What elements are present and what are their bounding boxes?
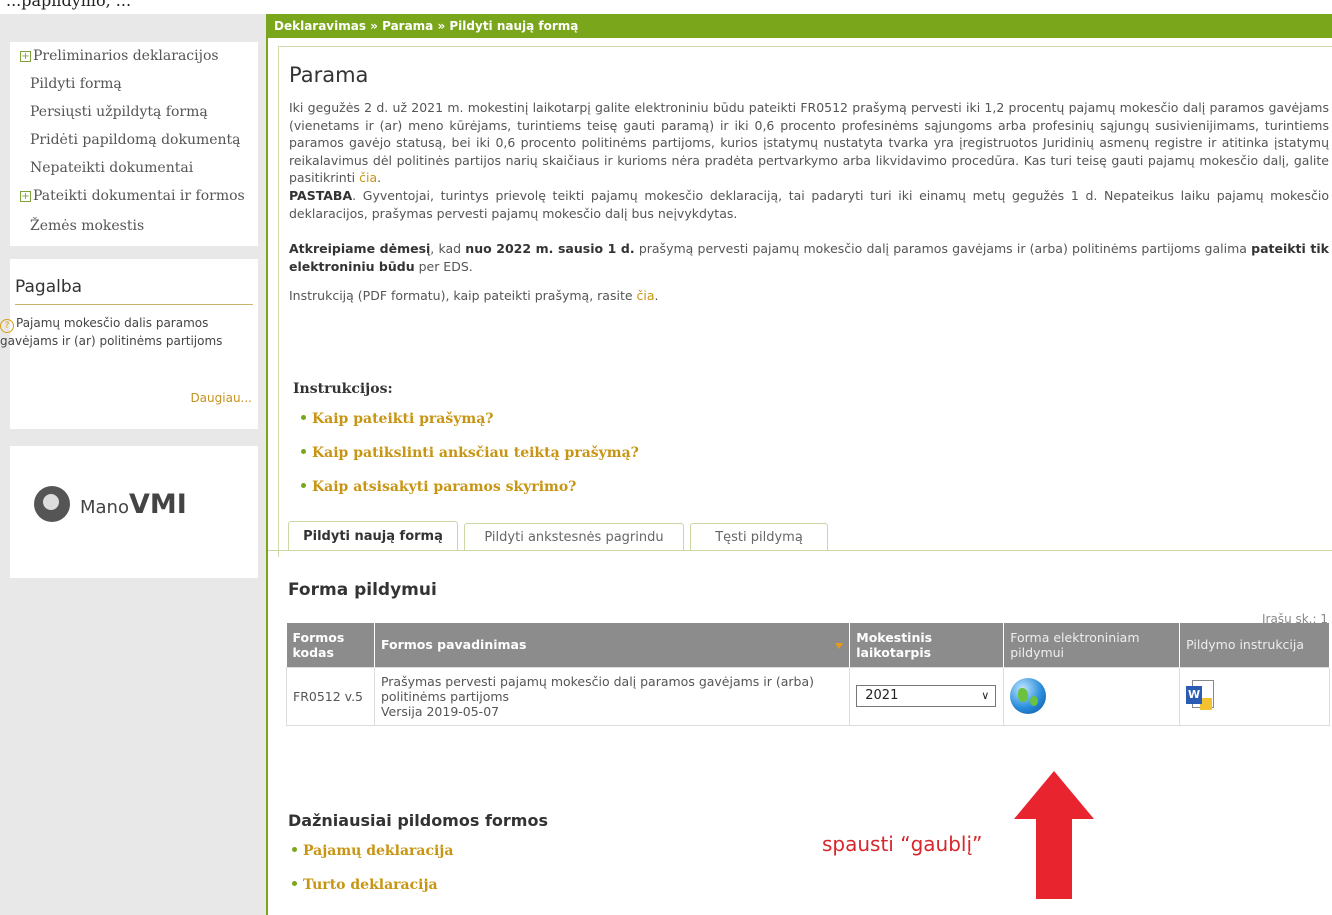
instruction-link[interactable]: Kaip atsisakyti paramos skyrimo? — [301, 479, 576, 495]
divider — [15, 304, 253, 305]
col-header-period[interactable]: Mokestinis laikotarpis — [849, 623, 1005, 667]
menu-item-label: Pridėti papildomą dokumentą — [30, 132, 241, 148]
help-title: Pagalba — [15, 277, 83, 297]
sort-icon[interactable] — [835, 643, 844, 650]
content-box: Parama Iki gegužės 2 d. už 2021 m. mokes… — [278, 46, 1332, 557]
menu-item-label: Žemės mokestis — [30, 218, 145, 234]
top-strip-text: ...papildymo, ... — [6, 0, 132, 10]
page-title: Parama — [289, 63, 369, 87]
bullet-icon — [301, 483, 306, 488]
menu-item-label: Pateikti dokumentai ir formos — [33, 188, 245, 204]
word-document-icon[interactable]: W — [1186, 680, 1215, 712]
form-section-title: Forma pildymui — [288, 580, 437, 600]
expand-icon[interactable]: + — [20, 191, 31, 202]
sidebar: + Preliminarios deklaracijos Pildyti form… — [0, 14, 258, 915]
logo-panel: ManoVMI — [10, 446, 258, 578]
tabs-divider — [268, 550, 1332, 551]
help-link[interactable]: Pajamų mokesčio dalis paramos gavėjams i… — [0, 316, 222, 348]
instructions-title: Instrukcijos: — [293, 381, 393, 397]
electronic-cell — [1003, 666, 1181, 726]
table-row: FR0512 v.5 Prašymas pervesti pajamų moke… — [286, 666, 1330, 726]
tab-continue[interactable]: Tęsti pildymą — [690, 523, 828, 550]
menu-item-submitted[interactable]: + Pateikti dokumentai ir formos — [20, 188, 245, 204]
globe-icon[interactable] — [1010, 678, 1047, 714]
menu-item-label: Nepateikti dokumentai — [30, 160, 194, 176]
col-header-name[interactable]: Formos pavadinimas — [374, 623, 851, 667]
menu-item-label: Preliminarios deklaracijos — [33, 48, 219, 64]
logo-mano-text: Mano — [80, 496, 129, 518]
question-icon: ? — [0, 319, 14, 333]
help-more-link[interactable]: Daugiau... — [190, 391, 252, 405]
frequent-form-link[interactable]: Turto deklaracija — [292, 877, 438, 893]
bullet-icon — [301, 449, 306, 454]
chevron-down-icon: ∨ — [981, 689, 990, 702]
red-arrow-icon — [1014, 771, 1094, 899]
menu-item-add-document[interactable]: Pridėti papildomą dokumentą — [30, 132, 241, 148]
instructions-cell: W — [1179, 666, 1330, 726]
sidebar-menu: + Preliminarios deklaracijos Pildyti form… — [10, 42, 258, 246]
intro-paragraph: Iki gegužės 2 d. už 2021 m. mokestinį la… — [289, 100, 1329, 185]
tab-new-form[interactable]: Pildyti naują formą — [288, 521, 458, 551]
check-link[interactable]: čia — [359, 170, 377, 185]
help-text[interactable]: ? Pajamų mokesčio dalis paramos gavėjams … — [0, 315, 245, 349]
tab-based-on-previous[interactable]: Pildyti ankstesnės pagrindu — [464, 523, 684, 550]
menu-item-preliminary[interactable]: + Preliminarios deklaracijos — [20, 48, 219, 64]
instruction-link[interactable]: Kaip patikslinti anksčiau teiktą prašymą… — [301, 445, 639, 461]
bullet-icon — [292, 881, 297, 886]
pdf-paragraph: Instrukciją (PDF formatu), kaip pateikti… — [289, 288, 659, 303]
menu-item-label: Persiųsti užpildytą formą — [30, 104, 208, 120]
bullet-icon — [292, 847, 297, 852]
menu-item-label: Pildyti formą — [30, 76, 122, 92]
menu-item-send-form[interactable]: Persiųsti užpildytą formą — [30, 104, 208, 120]
col-header-electronic: Forma elektroniniam pildymui — [1003, 623, 1181, 667]
frequent-form-link[interactable]: Pajamų deklaracija — [292, 843, 453, 859]
frequent-forms-title: Dažniausiai pildomos formos — [288, 811, 548, 830]
mano-vmi-logo[interactable]: ManoVMI — [34, 486, 187, 522]
period-select[interactable]: 2021 ∨ — [856, 685, 997, 707]
help-panel: Pagalba ? Pajamų mokesčio dalis paramos g… — [0, 259, 258, 429]
period-cell: 2021 ∨ — [849, 666, 1005, 726]
form-name: Prašymas pervesti pajamų mokesčio dalį p… — [373, 666, 851, 726]
forms-table: Formos kodas Formos pavadinimas Mokestin… — [286, 623, 1330, 726]
logo-vmi-text: VMI — [128, 488, 187, 520]
attention-paragraph: Atkreipiame dėmesį, kad nuo 2022 m. saus… — [289, 241, 1329, 274]
logo-icon — [34, 486, 70, 522]
bullet-icon — [301, 415, 306, 420]
breadcrumb[interactable]: Deklaravimas » Parama » Pildyti naują fo… — [268, 14, 1332, 38]
menu-item-unsubmitted[interactable]: Nepateikti dokumentai — [30, 160, 193, 176]
annotation-text: spausti “gaublį” — [822, 832, 983, 856]
main-panel: Deklaravimas » Parama » Pildyti naują fo… — [266, 14, 1332, 915]
top-strip: ...papildymo, ... — [0, 0, 1332, 14]
instruction-link[interactable]: Kaip pateikti prašymą? — [301, 411, 493, 427]
form-version: Versija 2019-05-07 — [380, 703, 500, 719]
col-header-instructions: Pildymo instrukcija — [1179, 623, 1330, 667]
expand-icon[interactable]: + — [20, 51, 31, 62]
menu-item-land-tax[interactable]: Žemės mokestis — [30, 218, 144, 234]
col-header-code[interactable]: Formos kodas — [286, 623, 375, 667]
pdf-link[interactable]: čia — [637, 288, 655, 303]
menu-item-fill-form[interactable]: Pildyti formą — [30, 76, 122, 92]
form-code: FR0512 v.5 — [286, 666, 375, 726]
note-paragraph: PASTABA. Gyventojai, turintys prievolę t… — [289, 188, 1329, 221]
